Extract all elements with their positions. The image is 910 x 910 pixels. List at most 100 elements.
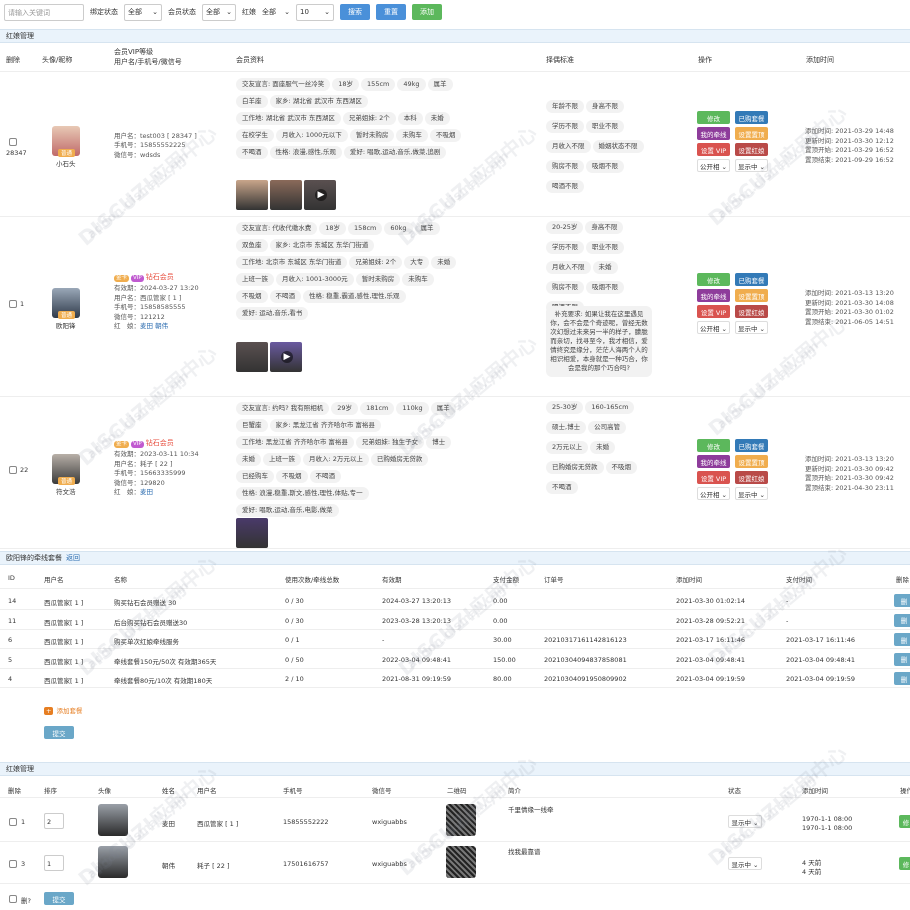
pagesize-select[interactable]: 10 ⌄ [296, 3, 334, 21]
section-title: 欧阳锋的牵线套餐 [6, 554, 62, 562]
member-status-select[interactable]: 全部 ⌄ [202, 3, 236, 21]
spouse-note: 补充要求: 如果让我在这里遇见你，会不会是个奇迹呢，曾经无数次幻想过未来另一半的… [546, 306, 652, 377]
row-checkbox[interactable] [9, 138, 17, 146]
edit-button[interactable]: 修改 [697, 273, 730, 286]
set-matchmaker-button[interactable]: 设置红娘 [735, 143, 768, 156]
watermark-url: addon.dismall.com [84, 148, 192, 242]
public-select[interactable]: 公开相 ⌄ [697, 487, 730, 500]
set-vip-button[interactable]: 设置 VIP [697, 471, 730, 484]
add-package-label: 添加套餐 [56, 707, 83, 715]
profile-tag: 158cm [348, 222, 383, 235]
matchmaker-names[interactable]: 麦田 [140, 488, 153, 496]
photo-thumb[interactable] [236, 342, 268, 372]
package-submit-button[interactable]: 提交 [44, 726, 74, 739]
pkg-delete-button[interactable]: 删 [894, 672, 910, 685]
row-checkbox[interactable] [9, 818, 17, 826]
toolbar: 请输入关键词 绑定状态 全部 ⌄ 会员状态 全部 ⌄ 红娘 全部 ⌄ 10 ⌄ 搜索 重… [0, 0, 910, 24]
set-matchmaker-button[interactable]: 设置红娘 [735, 305, 768, 318]
public-select[interactable]: 公开相 ⌄ [697, 321, 730, 334]
profile-tag: 未婚 [431, 256, 457, 269]
play-icon[interactable]: ▶ [281, 351, 293, 363]
back-link[interactable]: 返回 [66, 553, 80, 563]
bind-status-label: 绑定状态 [90, 8, 118, 16]
add-package-link[interactable]: + 添加套餐 [44, 705, 82, 715]
photo-thumb[interactable] [236, 180, 268, 210]
select-all-checkbox[interactable] [9, 895, 17, 903]
set-vip-button[interactable]: 设置 VIP [697, 305, 730, 318]
mm-id: 3 [21, 860, 26, 868]
set-vip-button[interactable]: 设置 VIP [697, 143, 730, 156]
profile-tag: 已经购车 [236, 470, 274, 483]
status-select[interactable]: 显示中 ⌄ [728, 815, 762, 828]
mm-time2: 4 天前 [802, 868, 822, 876]
time-line: 置顶开始: 2021-03-30 09:42 [805, 474, 894, 482]
bought-package-button[interactable]: 已购套餐 [735, 111, 768, 124]
pkg-delete-button[interactable]: 删 [894, 652, 910, 666]
mm-submit-button[interactable]: 提交 [44, 892, 74, 905]
qrcode [446, 846, 476, 878]
show-select[interactable]: 显示中 ⌄ [735, 487, 768, 500]
pkg-cell: 20210317161142816123 [544, 636, 627, 644]
edit-button[interactable]: 修改 [697, 111, 730, 124]
pkg-delete-button[interactable]: 删 [894, 594, 910, 607]
mm-col-header: 简介 [508, 787, 521, 795]
my-match-button[interactable]: 我的牵线 [697, 127, 730, 140]
public-select[interactable]: 公开相 ⌄ [697, 159, 730, 172]
row-checkbox[interactable] [9, 466, 17, 474]
pkg-col-header: 使用次数/牵线总数 [285, 576, 340, 584]
pkg-cell: 80.00 [493, 675, 512, 683]
reset-button[interactable]: 重置 [376, 4, 406, 20]
row-checkbox[interactable] [9, 860, 17, 868]
photo-thumb[interactable] [236, 518, 268, 548]
mm-col-header: 手机号 [283, 787, 303, 795]
profile-tag: 交友宣言: 面座服气一丝冷笑 [236, 78, 331, 91]
search-button[interactable]: 搜索 [340, 4, 370, 20]
set-top-button[interactable]: 设置置顶 [735, 289, 768, 302]
play-icon[interactable]: ▶ [315, 189, 327, 201]
status-select[interactable]: 显示中 ⌄ [728, 857, 762, 870]
my-match-button[interactable]: 我的牵线 [697, 455, 730, 468]
spouse-tag: 职业不限 [586, 120, 624, 133]
sort-input[interactable]: 2 [44, 813, 64, 829]
pkg-col-header: 添加时间 [676, 576, 702, 584]
my-match-button[interactable]: 我的牵线 [697, 289, 730, 302]
set-matchmaker-button[interactable]: 设置红娘 [735, 471, 768, 484]
sort-input[interactable]: 1 [44, 855, 64, 871]
profile-tag: 工作地: 北京市 东城区 东华门街道 [236, 256, 348, 269]
set-top-button[interactable]: 设置置顶 [735, 455, 768, 468]
show-select[interactable]: 显示中 ⌄ [735, 159, 768, 172]
pkg-delete-button[interactable]: 删 [894, 633, 910, 646]
watermark-text: DISCUZ!应用中心 [703, 740, 852, 871]
row-checkbox[interactable] [9, 300, 17, 308]
pkg-delete-button[interactable]: 删 [894, 613, 910, 627]
profile-tag: 181cm [360, 402, 395, 415]
mm-edit-button[interactable]: 修 [899, 857, 910, 870]
divider [0, 667, 910, 669]
matchmaker-select[interactable]: 全部 ⌄ [262, 4, 290, 21]
profile-tag: 属羊 [414, 222, 440, 235]
edit-button[interactable]: 修改 [697, 439, 730, 452]
col-delete: 删除 [6, 56, 20, 64]
pkg-cell: 2021-03-28 09:52:21 [676, 616, 746, 625]
bought-package-button[interactable]: 已购套餐 [735, 439, 768, 452]
matchmaker-names[interactable]: 麦田 朝伟 [140, 322, 168, 330]
bought-package-button[interactable]: 已购套餐 [735, 273, 768, 286]
avatar-badge: 普通 [58, 311, 76, 319]
add-button[interactable]: 添加 [412, 4, 442, 20]
mm-col-header: 微信号 [372, 787, 392, 795]
pkg-cell: 西瓜管家[ 1 ] [44, 638, 84, 646]
pkg-col-header: 删除 [896, 576, 909, 584]
time-line: 添加时间: 2021-03-13 13:20 [805, 455, 894, 463]
bind-status-select[interactable]: 全部 ⌄ [124, 3, 162, 21]
row-id: 22 [20, 466, 29, 474]
spouse-tag: 婚姻状态不限 [592, 140, 644, 153]
show-select[interactable]: 显示中 ⌄ [735, 321, 768, 334]
spouse-tag: 160-165cm [585, 401, 635, 414]
pkg-cell: 0.00 [493, 597, 508, 605]
keyword-input[interactable]: 请输入关键词 [4, 3, 84, 21]
set-top-button[interactable]: 设置置顶 [735, 127, 768, 140]
photo-thumb[interactable] [270, 180, 302, 210]
mm-edit-button[interactable]: 修 [899, 815, 910, 828]
pkg-cell: 0 / 30 [285, 597, 304, 605]
member-info-line: 用户名：西瓜管家 [ 1 ] [114, 293, 182, 302]
